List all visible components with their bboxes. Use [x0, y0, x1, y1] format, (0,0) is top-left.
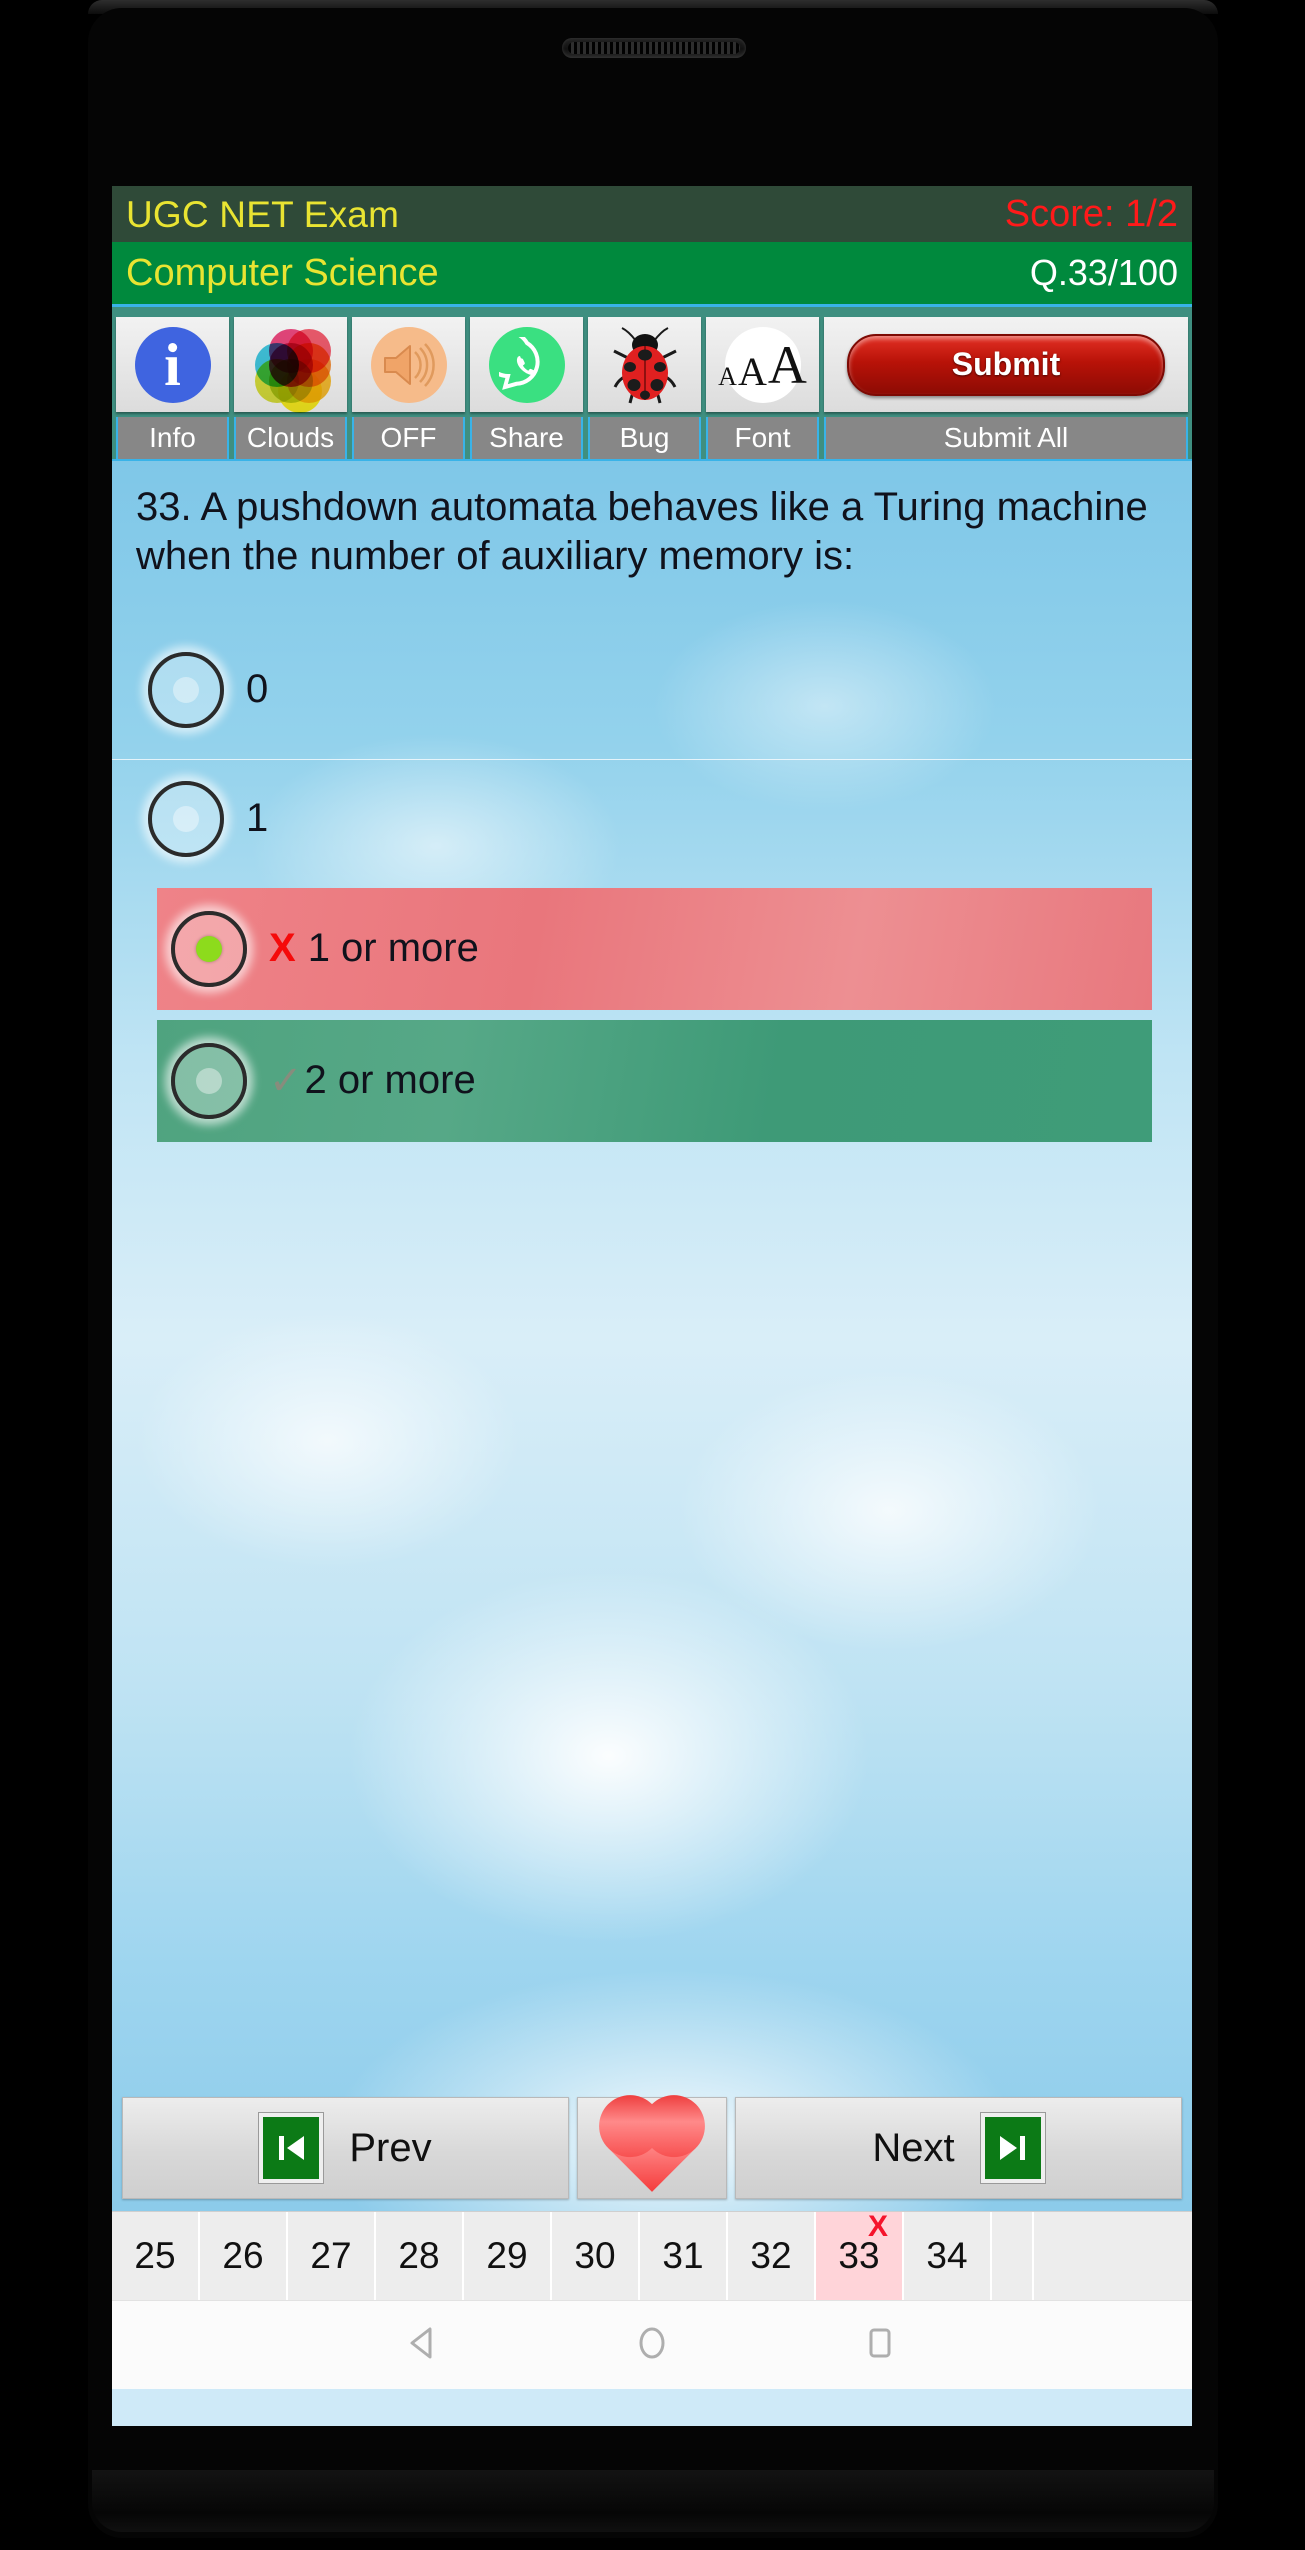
device-bottom-bezel: [92, 2470, 1214, 2532]
radio-button-3[interactable]: [171, 1042, 247, 1119]
next-button-label: Next: [872, 2125, 955, 2170]
question-number-cell[interactable]: 25: [112, 2212, 200, 2300]
radio-button-2[interactable]: [171, 910, 247, 987]
option-text-0: 0: [246, 667, 269, 712]
heart-icon: [608, 2104, 696, 2192]
question-number-cell[interactable]: 27: [288, 2212, 376, 2300]
submit-button-icon[interactable]: Submit: [847, 333, 1165, 396]
font-size-icon: AAA: [718, 326, 807, 403]
option-row-3-correct[interactable]: ✓ 2 or more: [157, 1019, 1152, 1142]
question-number-cell[interactable]: 30: [552, 2212, 640, 2300]
question-number-cell[interactable]: 34: [904, 2212, 992, 2300]
info-icon: i: [134, 326, 211, 403]
option-row-0[interactable]: 0: [112, 631, 1192, 749]
speaker-grille-icon: [562, 38, 746, 58]
app-header-top: UGC NET Exam Score: 1/2: [112, 186, 1192, 242]
toolbar-label-share[interactable]: Share: [470, 417, 583, 459]
favorite-button[interactable]: [577, 2097, 727, 2199]
skip-previous-icon: [259, 2113, 324, 2183]
color-wheel-icon: [253, 327, 331, 413]
option-text-1: 1: [246, 796, 269, 841]
question-number-cell[interactable]: 32: [728, 2212, 816, 2300]
submit-button-label: Submit: [951, 346, 1061, 382]
toolbar-icon-row: i A A A Submit: [116, 312, 1188, 413]
option-row-1[interactable]: 1: [112, 760, 1192, 878]
question-number-cell-partial[interactable]: [992, 2212, 1034, 2300]
speaker-glyph: [383, 342, 435, 387]
recents-square-icon[interactable]: [860, 2323, 900, 2368]
radio-button-0[interactable]: [148, 651, 224, 728]
option-label-3: ✓ 2 or more: [269, 1058, 476, 1104]
whatsapp-share-icon: [488, 326, 565, 403]
app-title: UGC NET Exam: [126, 193, 400, 235]
next-button[interactable]: Next: [735, 2097, 1182, 2199]
score-label: Score: 1/2: [1004, 193, 1178, 235]
option-text-3: 2 or more: [304, 1058, 476, 1103]
device-frame: UGC NET Exam Score: 1/2 Computer Science…: [0, 0, 1305, 2550]
prev-button-label: Prev: [349, 2125, 432, 2170]
correct-answer-check-icon: ✓: [269, 1058, 303, 1103]
app-screen: UGC NET Exam Score: 1/2 Computer Science…: [112, 186, 1192, 2426]
option-text-2: 1 or more: [307, 926, 479, 971]
option-label-1: 1: [246, 796, 268, 841]
subject-label: Computer Science: [126, 252, 439, 294]
question-number-wrong-x-icon: X: [867, 2210, 888, 2243]
toolbar-label-submit-all[interactable]: Submit All: [824, 417, 1188, 459]
question-text: 33. A pushdown automata behaves like a T…: [136, 485, 1148, 578]
toolbar-button-info[interactable]: i: [116, 317, 229, 412]
skip-next-icon: [980, 2113, 1045, 2183]
android-navigation-bar: [112, 2300, 1192, 2389]
toolbar-button-sound[interactable]: [352, 317, 465, 412]
toolbar-label-row: Info Clouds OFF Share Bug Font Submit Al…: [116, 417, 1188, 459]
option-label-2: X 1 or more: [269, 926, 479, 971]
question-content-area: 33. A pushdown automata behaves like a T…: [112, 461, 1192, 2211]
toolbar-button-share[interactable]: [470, 317, 583, 412]
app-header-subject: Computer Science Q.33/100: [112, 242, 1192, 304]
options-list: 0 1 X 1 or more ✓ 2 or more: [112, 631, 1192, 1142]
option-label-0: 0: [246, 667, 268, 712]
question-counter: Q.33/100: [1029, 252, 1178, 293]
question-number-cell[interactable]: 29: [464, 2212, 552, 2300]
toolbar-label-sound[interactable]: OFF: [352, 417, 465, 459]
navigation-row: Prev Next: [112, 2091, 1192, 2205]
toolbar-label-info[interactable]: Info: [116, 417, 229, 459]
speaker-icon: [370, 326, 447, 403]
question-number-cell-current[interactable]: X 33: [816, 2210, 904, 2300]
radio-button-1[interactable]: [148, 780, 224, 857]
question-number-cell[interactable]: 28: [376, 2212, 464, 2300]
home-circle-icon[interactable]: [632, 2323, 672, 2368]
ladybug-icon: [612, 326, 677, 403]
toolbar: i A A A Submit Info Clouds OFF Share Bug…: [112, 304, 1192, 461]
toolbar-label-clouds[interactable]: Clouds: [234, 417, 347, 459]
toolbar-button-submit-all[interactable]: Submit: [824, 317, 1188, 412]
wrong-answer-x-icon: X: [269, 926, 296, 971]
toolbar-label-font[interactable]: Font: [706, 417, 819, 459]
toolbar-label-bug[interactable]: Bug: [588, 417, 701, 459]
question-number-strip: 25 26 27 28 29 30 31 32 X 33 34: [112, 2210, 1192, 2300]
back-triangle-icon[interactable]: [404, 2323, 444, 2368]
toolbar-button-font[interactable]: AAA: [706, 317, 819, 412]
toolbar-button-clouds[interactable]: [234, 317, 347, 413]
prev-button[interactable]: Prev: [122, 2097, 569, 2199]
question-number-cell[interactable]: 26: [200, 2212, 288, 2300]
toolbar-button-bug[interactable]: [588, 317, 701, 412]
whatsapp-glyph: [498, 336, 540, 390]
option-row-2-selected-wrong[interactable]: X 1 or more: [157, 887, 1152, 1010]
question-number-cell[interactable]: 31: [640, 2212, 728, 2300]
